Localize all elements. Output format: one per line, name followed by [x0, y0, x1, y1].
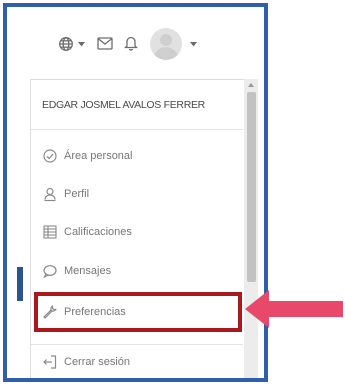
bell-icon[interactable]: [124, 35, 138, 51]
user-icon: [42, 186, 58, 202]
side-drawer-tab[interactable]: [17, 267, 23, 301]
username-label: EDGAR JOSMEL AVALOS FERRER: [42, 99, 205, 111]
avatar[interactable]: [149, 27, 183, 61]
pointer-arrow-icon: [245, 290, 343, 328]
menu-item-area-personal[interactable]: Área personal: [42, 144, 237, 168]
menu-item-label: Perfil: [64, 188, 90, 200]
top-navbar: [7, 7, 264, 79]
menu-item-perfil[interactable]: Perfil: [42, 182, 237, 206]
chevron-down-icon[interactable]: [190, 42, 197, 47]
highlight-box: [34, 292, 242, 332]
scroll-up-arrow-icon[interactable]: [248, 83, 254, 87]
menu-item-calificaciones[interactable]: Calificaciones: [42, 220, 237, 244]
menu-item-label: Área personal: [64, 150, 133, 162]
menu-item-cerrar-sesion[interactable]: Cerrar sesión: [42, 350, 237, 374]
menu-item-label: Cerrar sesión: [64, 356, 131, 368]
divider: [31, 344, 243, 345]
envelope-icon[interactable]: [97, 37, 113, 50]
chevron-down-icon[interactable]: [78, 42, 85, 47]
menu-item-label: Mensajes: [64, 265, 112, 277]
menu-item-mensajes[interactable]: Mensajes: [42, 259, 237, 283]
globe-icon[interactable]: [58, 36, 74, 52]
logout-icon: [42, 354, 58, 370]
menu-item-label: Calificaciones: [64, 226, 132, 238]
divider: [31, 129, 243, 130]
dashboard-icon: [42, 148, 58, 164]
grades-icon: [42, 224, 58, 240]
scrollbar-thumb[interactable]: [247, 92, 256, 282]
screenshot-frame: EDGAR JOSMEL AVALOS FERRER Área personal…: [3, 3, 268, 382]
message-icon: [42, 263, 58, 279]
